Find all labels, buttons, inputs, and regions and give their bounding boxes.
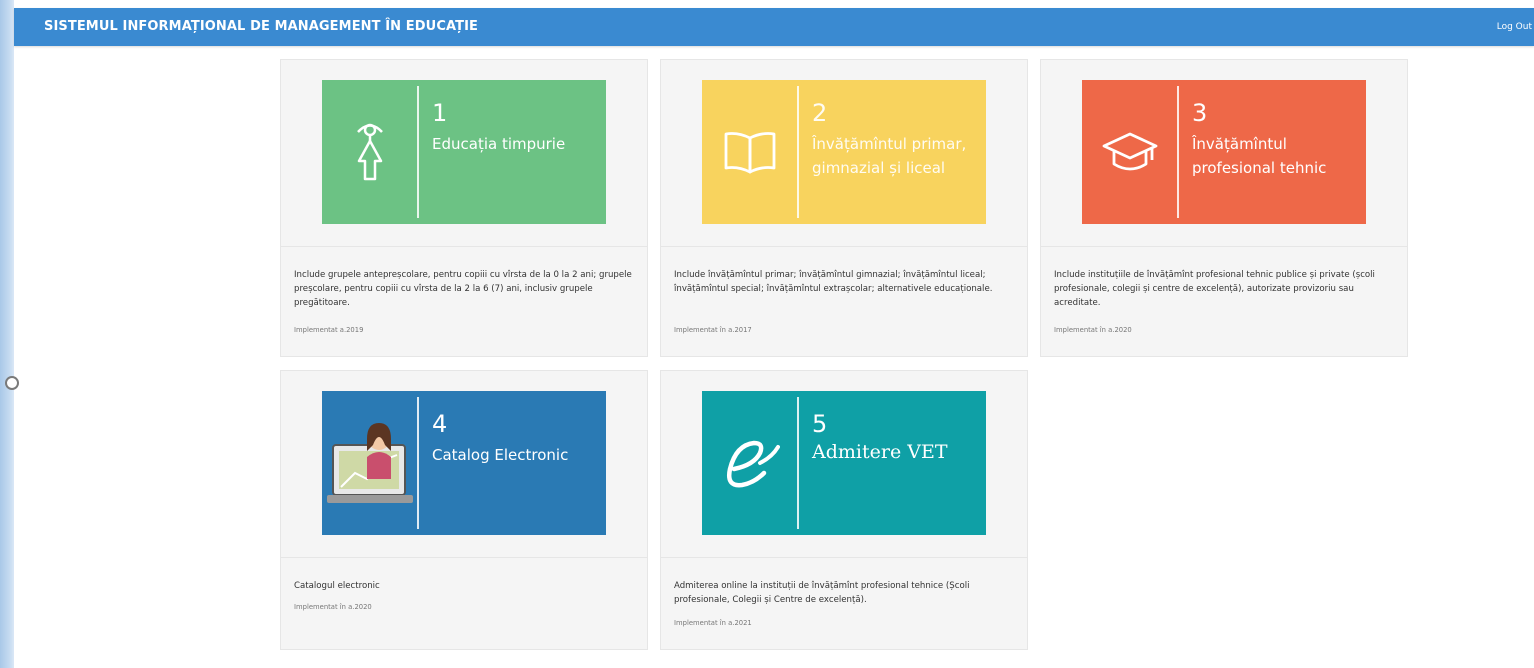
- module-tile[interactable]: 5 Admitere VET: [702, 391, 986, 535]
- card-divider: [661, 557, 1027, 558]
- module-number: 5: [812, 410, 828, 438]
- side-handle-icon[interactable]: [5, 376, 19, 390]
- module-tile[interactable]: 1 Educația timpurie: [322, 80, 606, 224]
- module-name: Învățămîntul profesional tehnic: [1192, 135, 1327, 177]
- graduation-cap-icon: [1082, 80, 1177, 224]
- e-letter-icon: [702, 391, 797, 535]
- module-description: Include instituțiile de învățămînt profe…: [1054, 270, 1375, 308]
- module-card-invatamant-general[interactable]: 2 Învățămîntul primar, gimnazial și lice…: [660, 59, 1028, 357]
- module-description: Catalogul electronic: [294, 581, 380, 591]
- implementation-year: Implementat în a.2021: [674, 619, 752, 627]
- module-name: Catalog Electronic: [432, 446, 569, 464]
- module-name: Învățămîntul primar, gimnazial și liceal: [812, 135, 967, 177]
- card-divider: [1041, 246, 1407, 247]
- module-description: Include grupele antepreșcolare, pentru c…: [294, 270, 632, 308]
- module-tile[interactable]: 3 Învățămîntul profesional tehnic: [1082, 80, 1366, 224]
- module-tile[interactable]: 2 Învățămîntul primar, gimnazial și lice…: [702, 80, 986, 224]
- module-card-admitere-vet[interactable]: 5 Admitere VET Admiterea online la insti…: [660, 370, 1028, 650]
- tile-divider: [797, 397, 799, 529]
- card-divider: [281, 557, 647, 558]
- open-book-icon: [702, 80, 797, 224]
- module-description: Admiterea online la instituții de învăță…: [674, 581, 970, 605]
- module-tile[interactable]: 4 Catalog Electronic: [322, 391, 606, 535]
- module-number: 3: [1192, 99, 1208, 127]
- card-divider: [661, 246, 1027, 247]
- tile-divider: [417, 86, 419, 218]
- implementation-year: Implementat în a.2020: [294, 603, 372, 611]
- tile-divider: [1177, 86, 1179, 218]
- implementation-year: Implementat a.2019: [294, 326, 364, 334]
- module-number: 4: [432, 410, 448, 438]
- module-description: Include învățămîntul primar; învățămîntu…: [674, 270, 993, 294]
- tile-divider: [797, 86, 799, 218]
- module-number: 1: [432, 99, 448, 127]
- module-number: 2: [812, 99, 828, 127]
- implementation-year: Implementat în a.2017: [674, 326, 752, 334]
- tile-divider: [417, 397, 419, 529]
- implementation-year: Implementat în a.2020: [1054, 326, 1132, 334]
- logout-link[interactable]: Log Out: [1497, 22, 1532, 32]
- page-title: SISTEMUL INFORMAȚIONAL DE MANAGEMENT ÎN …: [44, 19, 478, 34]
- teacher-laptop-icon: [322, 391, 417, 535]
- module-card-educatia-timpurie[interactable]: 1 Educația timpurie Include grupele ante…: [280, 59, 648, 357]
- top-navbar: SISTEMUL INFORMAȚIONAL DE MANAGEMENT ÎN …: [14, 8, 1534, 46]
- module-name: Admitere VET: [812, 441, 948, 463]
- module-card-catalog-electronic[interactable]: 4 Catalog Electronic Catalogul electroni…: [280, 370, 648, 650]
- module-name: Educația timpurie: [432, 135, 566, 153]
- child-icon: [322, 80, 417, 224]
- card-divider: [281, 246, 647, 247]
- module-card-invatamant-profesional[interactable]: 3 Învățămîntul profesional tehnic Includ…: [1040, 59, 1408, 357]
